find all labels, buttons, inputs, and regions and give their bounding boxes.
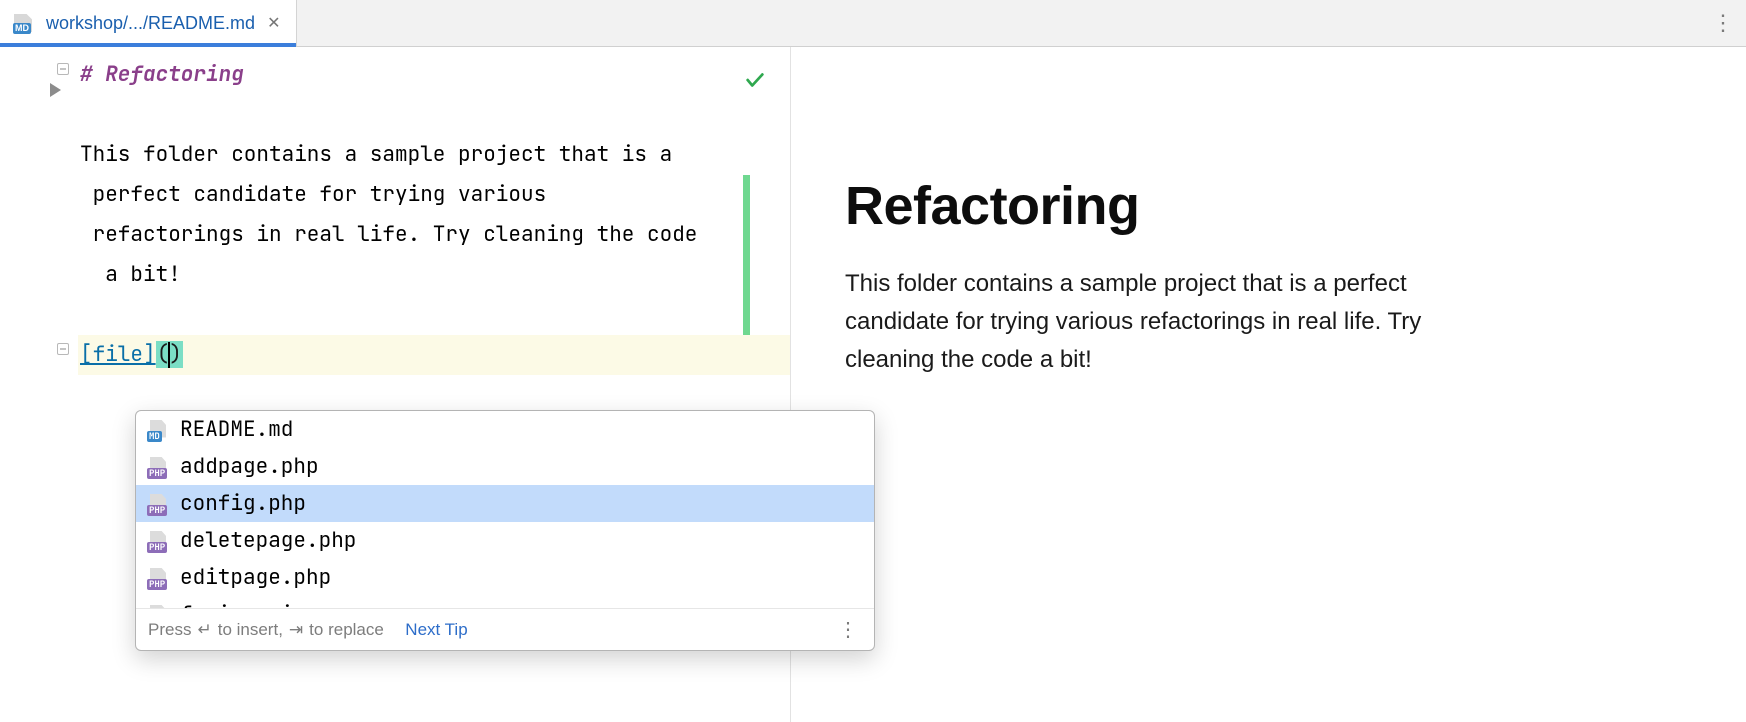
fold-toggle-icon[interactable] [55, 341, 71, 357]
file-icon: PHP [148, 568, 170, 588]
autocomplete-hint: Press ↵ to insert, ⇥ to replace Next Tip [148, 620, 468, 640]
file-icon: MD [148, 420, 170, 440]
next-tip-link[interactable]: Next Tip [405, 620, 467, 640]
editor-line-current[interactable]: [file]() [78, 335, 790, 375]
editor-line[interactable] [78, 295, 790, 335]
markdown-preview-pane: Refactoring This folder contains a sampl… [790, 47, 1746, 722]
file-icon [148, 605, 170, 609]
autocomplete-item-label: deletepage.php [180, 526, 356, 555]
tab-key-icon: ⇥ [289, 620, 303, 640]
tab-bar-menu-icon[interactable]: ⋮ [1712, 10, 1734, 36]
autocomplete-item[interactable]: MD README.md [136, 411, 874, 448]
editor-line[interactable]: refactorings in real life. Try cleaning … [78, 215, 790, 255]
editor-tab[interactable]: MD workshop/.../README.md ✕ [0, 0, 297, 46]
autocomplete-popup: MDREADME.mdPHPaddpage.phpPHPconfig.phpPH… [135, 410, 875, 651]
editor-gutter[interactable] [0, 47, 78, 722]
autocomplete-item[interactable]: PHP deletepage.php [136, 522, 874, 559]
autocomplete-item[interactable]: PHP config.php [136, 485, 874, 522]
vcs-change-marker[interactable] [743, 175, 750, 335]
preview-heading: Refactoring [845, 175, 1692, 237]
editor-pane: # Refactoring This folder contains a sam… [0, 47, 790, 722]
autocomplete-item-label: editpage.php [180, 563, 331, 592]
autocomplete-item[interactable]: PHP addpage.php [136, 448, 874, 485]
fold-toggle-icon[interactable] [55, 61, 71, 77]
editor-line[interactable]: This folder contains a sample project th… [78, 135, 790, 175]
autocomplete-item-label: favicon.ico [180, 600, 319, 608]
file-icon: PHP [148, 531, 170, 551]
inspections-ok-icon[interactable] [744, 65, 766, 105]
file-icon: PHP [148, 494, 170, 514]
autocomplete-item-label: README.md [180, 415, 293, 444]
close-tab-icon[interactable]: ✕ [265, 11, 282, 35]
autocomplete-item-label: config.php [180, 489, 306, 518]
editor-line[interactable]: # Refactoring [78, 55, 790, 95]
tab-bar: MD workshop/.../README.md ✕ ⋮ [0, 0, 1746, 47]
editor-line[interactable]: perfect candidate for trying various [78, 175, 790, 215]
autocomplete-item[interactable]: PHP editpage.php [136, 559, 874, 596]
autocomplete-list[interactable]: MDREADME.mdPHPaddpage.phpPHPconfig.phpPH… [136, 411, 874, 608]
editor-line[interactable] [78, 95, 790, 135]
enter-key-icon: ↵ [197, 620, 211, 640]
workspace: # Refactoring This folder contains a sam… [0, 47, 1746, 722]
autocomplete-item-label: addpage.php [180, 452, 319, 481]
file-icon: PHP [148, 457, 170, 477]
tab-title: workshop/.../README.md [46, 13, 255, 34]
editor-line[interactable]: a bit! [78, 255, 790, 295]
autocomplete-footer: Press ↵ to insert, ⇥ to replace Next Tip… [136, 608, 874, 650]
preview-paragraph: This folder contains a sample project th… [845, 265, 1505, 379]
run-marker-icon[interactable] [50, 83, 61, 97]
markdown-file-icon: MD [14, 14, 36, 32]
autocomplete-item[interactable]: favicon.ico [136, 596, 874, 608]
autocomplete-menu-icon[interactable]: ⋮ [834, 617, 862, 642]
